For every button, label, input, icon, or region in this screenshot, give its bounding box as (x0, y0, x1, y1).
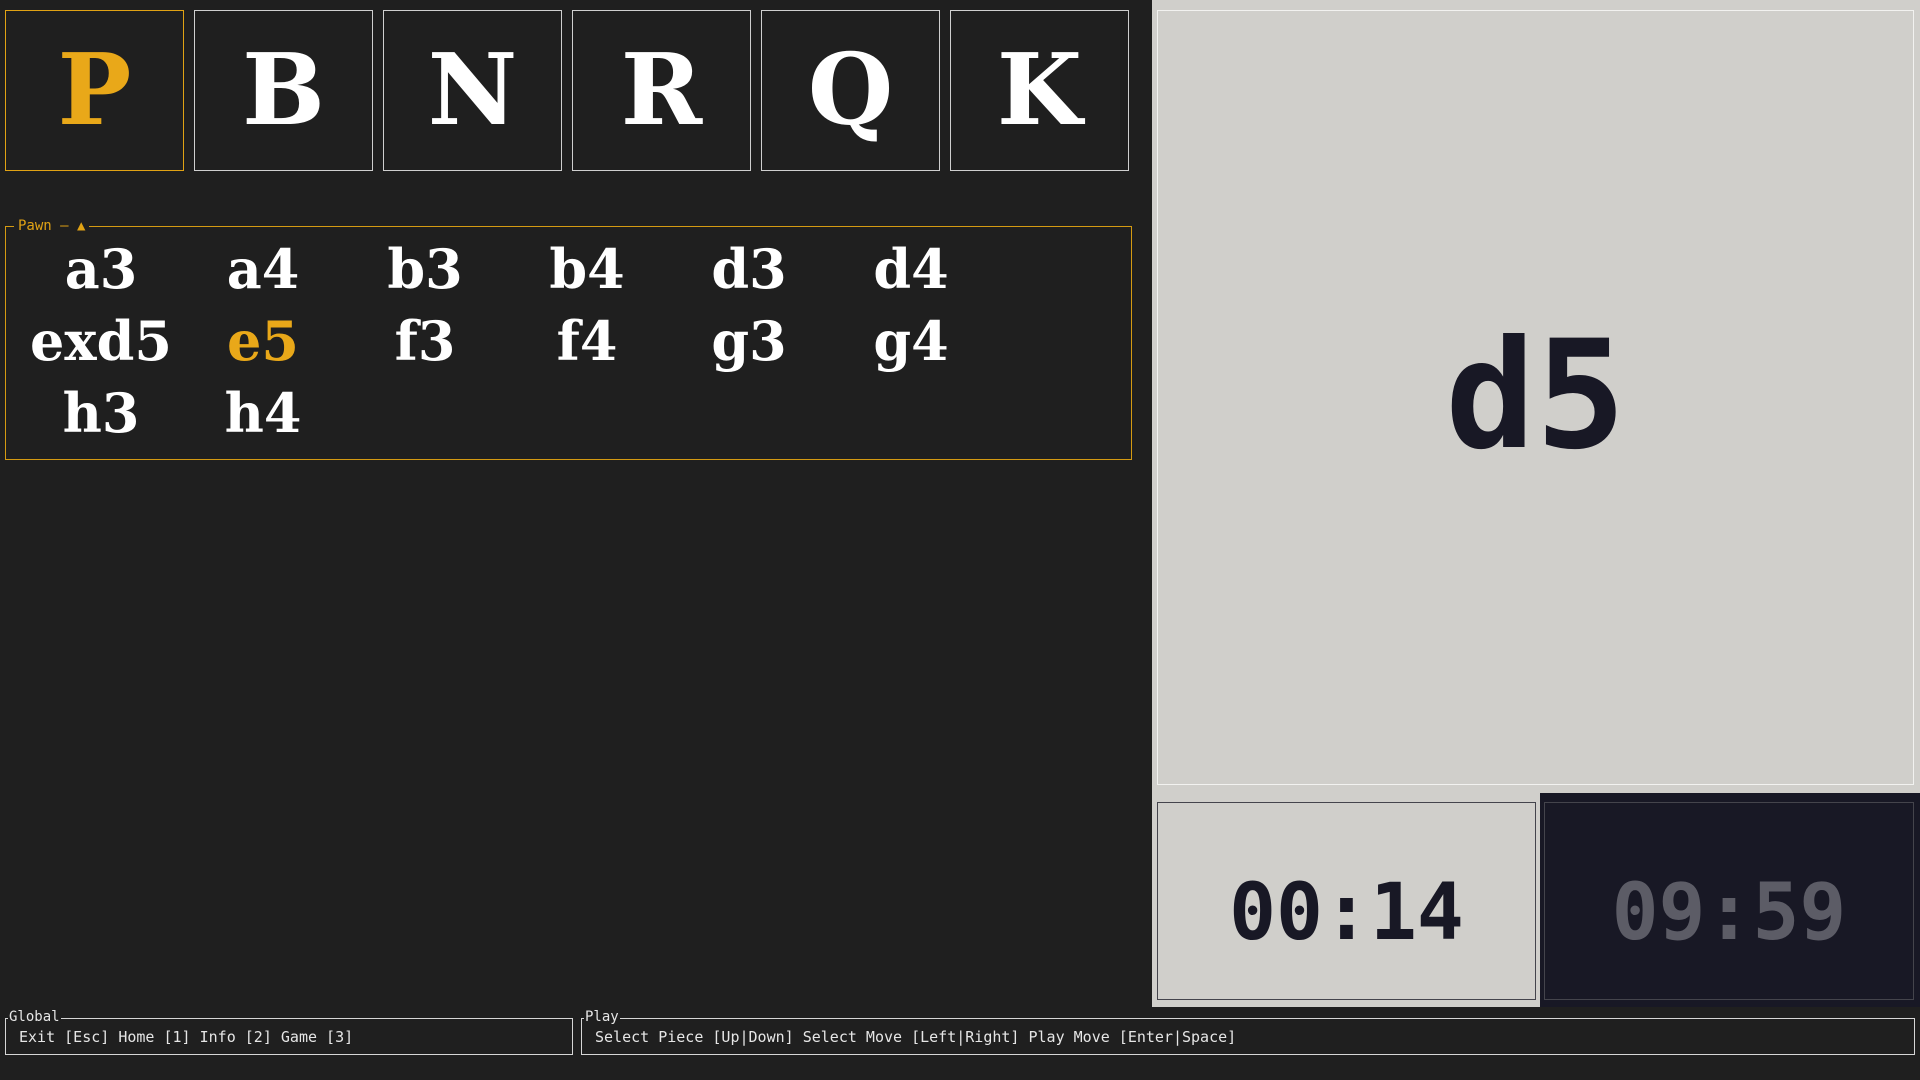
piece-queen-button[interactable]: Q (761, 10, 940, 171)
move-option[interactable]: g3 (668, 311, 830, 371)
play-keybinds-title: Play (584, 1009, 620, 1025)
move-option[interactable]: b4 (506, 239, 668, 299)
move-option[interactable]: d4 (830, 239, 992, 299)
piece-knight-button[interactable]: N (383, 10, 562, 171)
global-keybinds-text: Exit [Esc] Home [1] Info [2] Game [3] (19, 1028, 354, 1046)
piece-rook-button[interactable]: R (572, 10, 751, 171)
move-option[interactable]: h3 (20, 383, 182, 443)
piece-king-button[interactable]: K (950, 10, 1129, 171)
move-option[interactable]: e5 (182, 311, 344, 371)
white-clock: 00:14 (1157, 802, 1536, 1000)
global-keybinds-title: Global (8, 1009, 61, 1025)
move-option[interactable]: f3 (344, 311, 506, 371)
move-option[interactable]: d3 (668, 239, 830, 299)
move-option[interactable]: g4 (830, 311, 992, 371)
move-option[interactable]: a3 (20, 239, 182, 299)
piece-bishop-button[interactable]: B (194, 10, 373, 171)
black-clock: 09:59 (1544, 802, 1914, 1000)
move-preview-panel: d5 (1157, 10, 1914, 785)
white-clock-time: 00:14 (1229, 868, 1464, 958)
move-option[interactable]: f4 (506, 311, 668, 371)
piece-pawn-button[interactable]: P (5, 10, 184, 171)
move-option[interactable]: a4 (182, 239, 344, 299)
play-keybinds-text: Select Piece [Up|Down] Select Move [Left… (595, 1028, 1237, 1046)
move-option[interactable]: h4 (182, 383, 344, 443)
moves-panel: Pawn — ▲ a3 a4 b3 b4 d3 d4 exd5 e5 f3 f4 g3 g4 h3 h4 (5, 217, 1132, 460)
move-option[interactable]: exd5 (20, 311, 182, 371)
move-preview-text: d5 (1445, 309, 1626, 483)
global-keybinds-box: Global Exit [Esc] Home [1] Info [2] Game… (5, 1009, 573, 1055)
play-keybinds-box: Play Select Piece [Up|Down] Select Move … (581, 1009, 1915, 1055)
black-clock-time: 09:59 (1611, 868, 1847, 958)
moves-panel-title: Pawn — ▲ (14, 217, 90, 235)
move-option[interactable]: b3 (344, 239, 506, 299)
chess-app: P B N R Q K Pawn — ▲ a3 a4 b3 b4 d3 d4 exd5 e5 f… (0, 0, 1920, 1080)
